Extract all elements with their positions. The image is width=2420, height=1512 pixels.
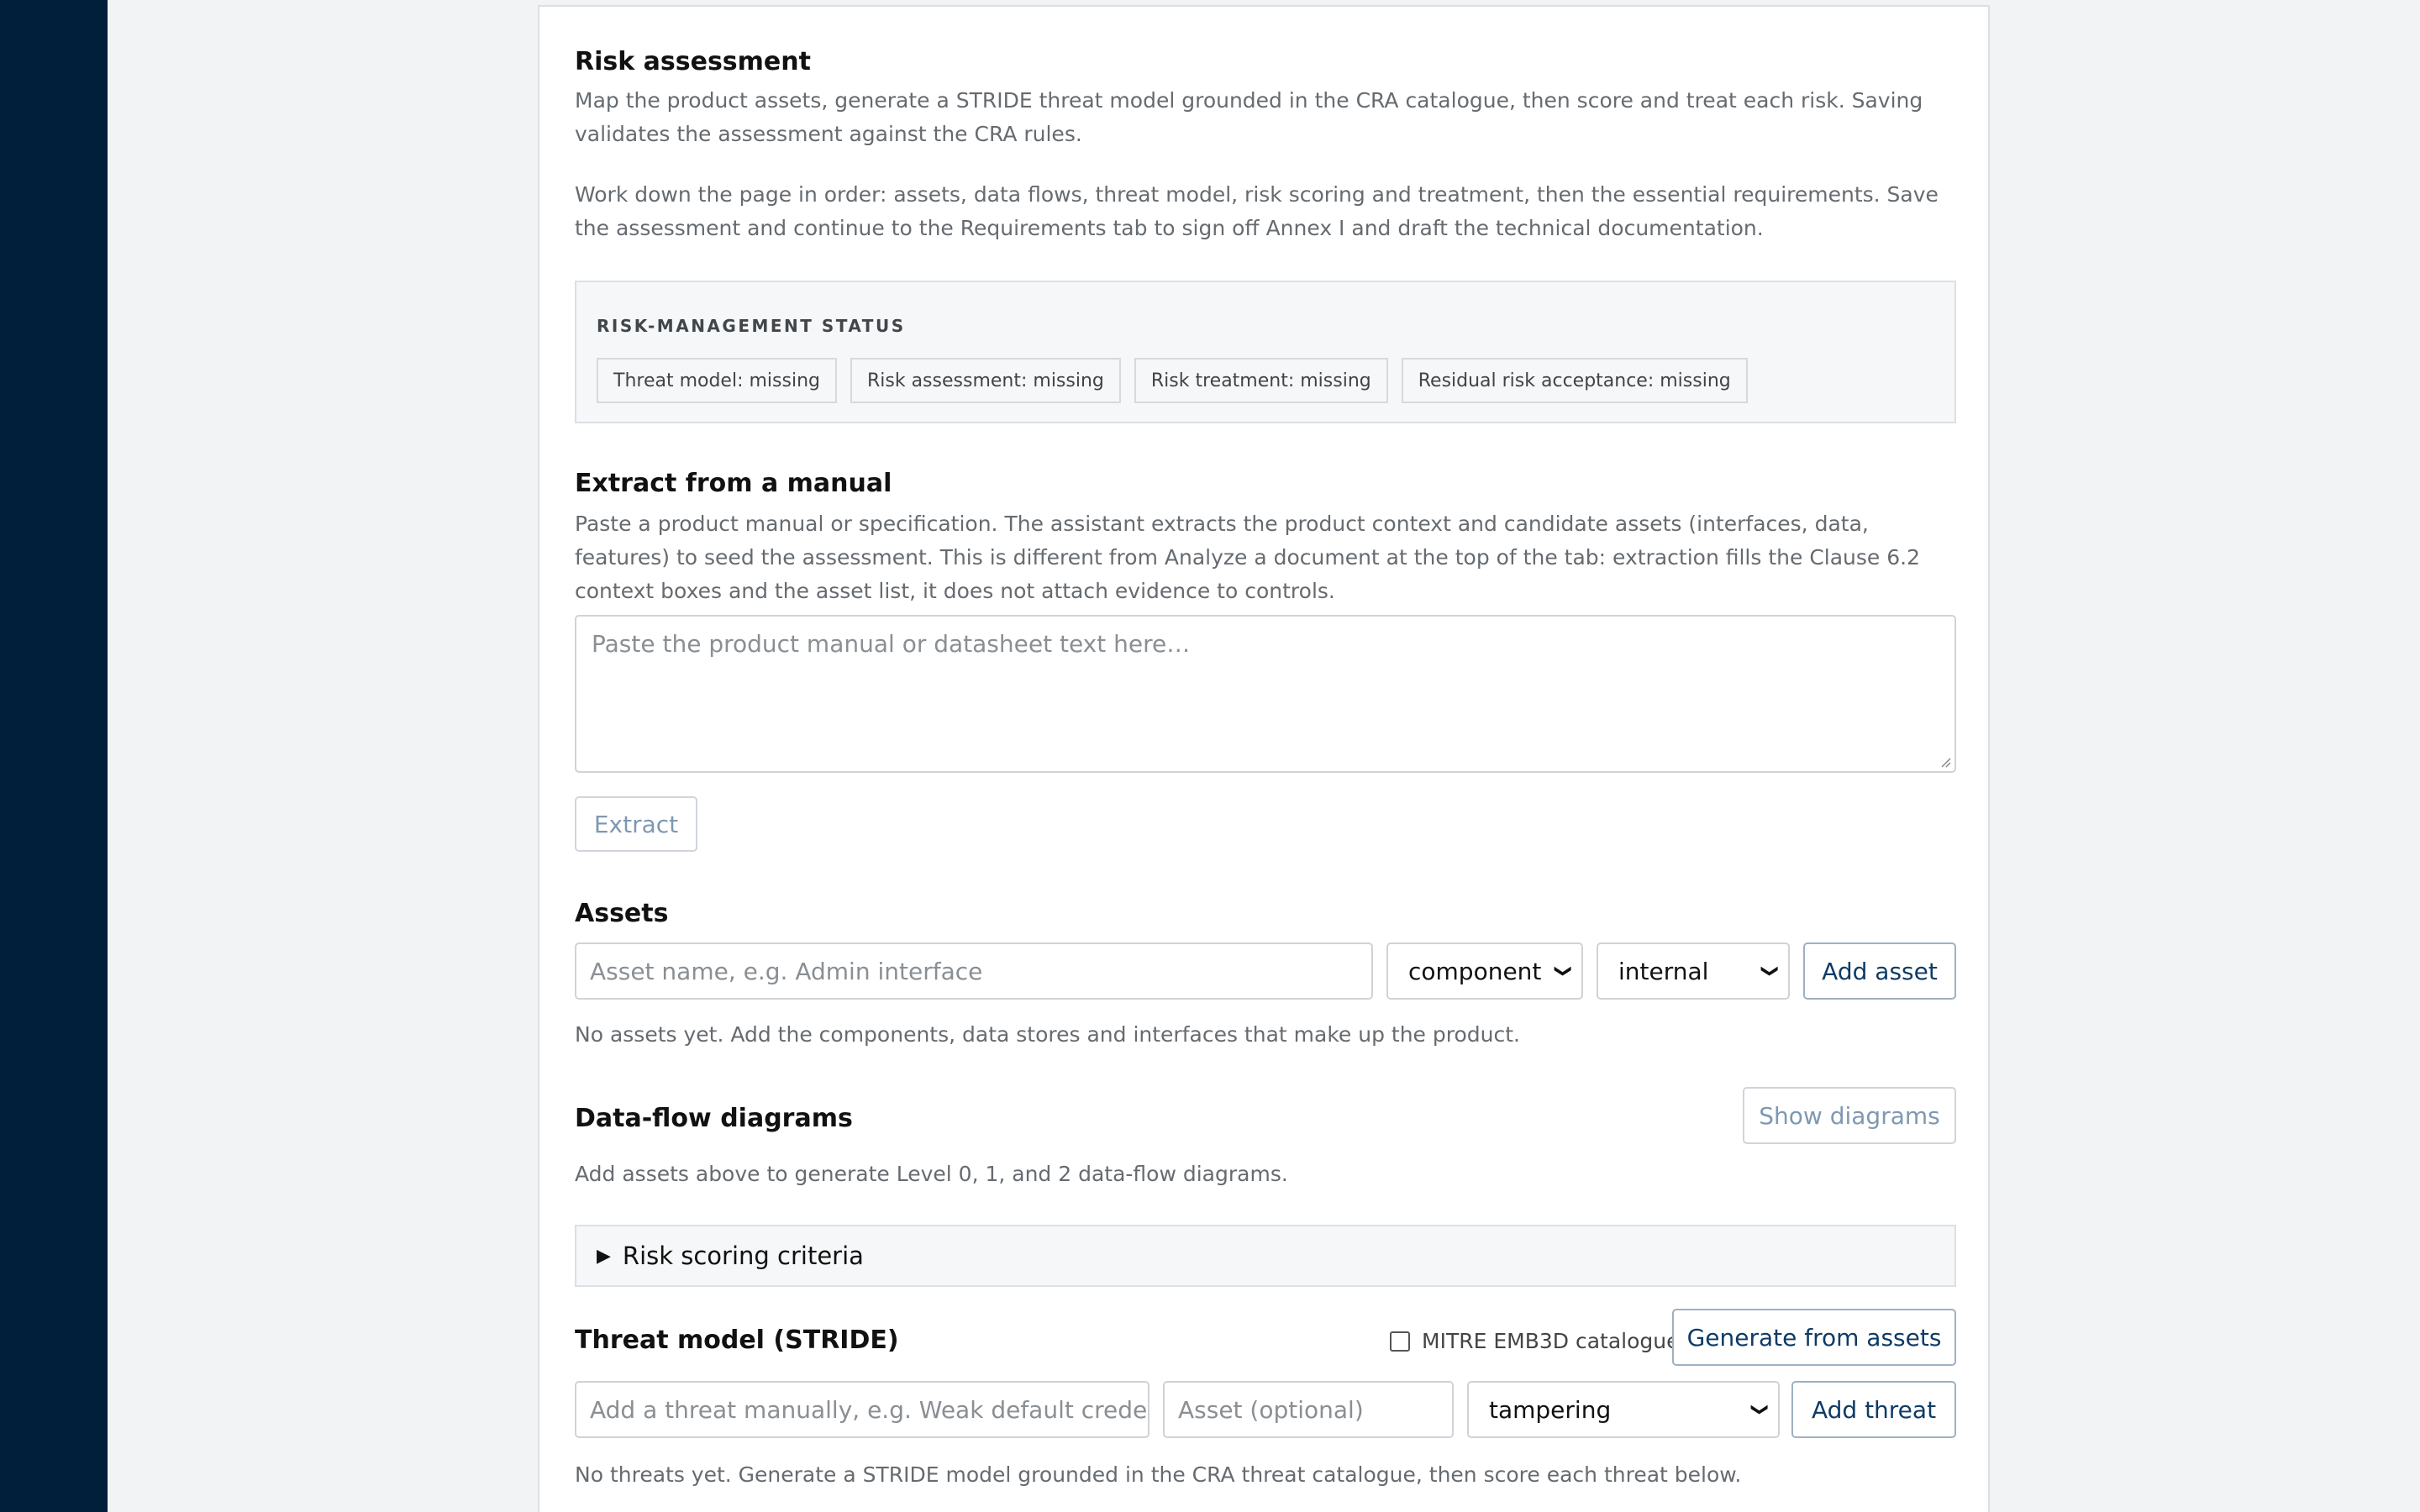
- threat-name-input[interactable]: Add a threat manually, e.g. Weak default…: [575, 1381, 1150, 1438]
- status-chip-risk-assessment: Risk assessment: missing: [850, 358, 1121, 403]
- threat-category-select[interactable]: tampering ❯: [1467, 1381, 1780, 1438]
- risk-assessment-card: Risk assessment Map the product assets, …: [538, 5, 1990, 1512]
- asset-exposure-select[interactable]: internal ❯: [1597, 942, 1790, 1000]
- asset-type-select[interactable]: component ❯: [1386, 942, 1583, 1000]
- assets-title: Assets: [575, 899, 669, 928]
- risk-assessment-instructions: Work down the page in order: assets, dat…: [575, 182, 1939, 240]
- risk-management-status-panel: RISK-MANAGEMENT STATUS Threat model: mis…: [575, 281, 1956, 423]
- extract-title: Extract from a manual: [575, 469, 892, 498]
- status-chip-threat-model: Threat model: missing: [597, 358, 837, 403]
- emb3d-catalogue-checkbox[interactable]: [1390, 1331, 1410, 1352]
- risk-assessment-intro: Map the product assets, generate a STRID…: [575, 88, 1923, 146]
- asset-type-value: component: [1408, 957, 1542, 985]
- asset-exposure-value: internal: [1618, 957, 1709, 985]
- add-threat-button[interactable]: Add threat: [1791, 1381, 1956, 1438]
- emb3d-catalogue-option[interactable]: MITRE EMB3D catalogue: [1390, 1329, 1679, 1353]
- sidebar: [0, 0, 108, 1512]
- assets-empty-text: No assets yet. Add the components, data …: [575, 1022, 1520, 1047]
- threats-empty-text: No threats yet. Generate a STRIDE model …: [575, 1462, 1742, 1487]
- emb3d-catalogue-label: MITRE EMB3D catalogue: [1422, 1329, 1680, 1353]
- chevron-down-icon: ❯: [1750, 1402, 1771, 1417]
- threat-name-placeholder: Add a threat manually, e.g. Weak default…: [590, 1395, 1150, 1424]
- extract-button[interactable]: Extract: [575, 796, 697, 852]
- status-chips: Threat model: missing Risk assessment: m…: [597, 358, 1748, 403]
- status-chip-residual-risk: Residual risk acceptance: missing: [1401, 358, 1748, 403]
- status-chip-risk-treatment: Risk treatment: missing: [1134, 358, 1388, 403]
- resize-grip-icon[interactable]: [1939, 756, 1951, 768]
- risk-scoring-criteria-label: Risk scoring criteria: [622, 1242, 864, 1270]
- extract-description: Paste a product manual or specification.…: [575, 512, 1921, 603]
- show-diagrams-button[interactable]: Show diagrams: [1743, 1087, 1956, 1144]
- threat-asset-placeholder: Asset (optional): [1178, 1395, 1364, 1424]
- threat-model-title: Threat model (STRIDE): [575, 1326, 899, 1355]
- chevron-down-icon: ❯: [1760, 963, 1781, 979]
- generate-from-assets-button[interactable]: Generate from assets: [1672, 1309, 1956, 1366]
- dataflow-title: Data-flow diagrams: [575, 1104, 853, 1133]
- manual-text-placeholder: Paste the product manual or datasheet te…: [592, 630, 1191, 658]
- risk-scoring-criteria-toggle[interactable]: ▶ Risk scoring criteria: [575, 1225, 1956, 1287]
- manual-text-input[interactable]: Paste the product manual or datasheet te…: [575, 615, 1956, 773]
- risk-assessment-title: Risk assessment: [575, 47, 811, 76]
- asset-name-input[interactable]: Asset name, e.g. Admin interface: [575, 942, 1373, 1000]
- threat-asset-input[interactable]: Asset (optional): [1163, 1381, 1454, 1438]
- dataflow-empty-text: Add assets above to generate Level 0, 1,…: [575, 1162, 1288, 1186]
- add-asset-button[interactable]: Add asset: [1803, 942, 1956, 1000]
- asset-name-placeholder: Asset name, e.g. Admin interface: [590, 957, 983, 985]
- status-title: RISK-MANAGEMENT STATUS: [597, 316, 906, 336]
- threat-category-value: tampering: [1489, 1395, 1612, 1424]
- triangle-right-icon: ▶: [597, 1245, 611, 1267]
- chevron-down-icon: ❯: [1554, 963, 1575, 979]
